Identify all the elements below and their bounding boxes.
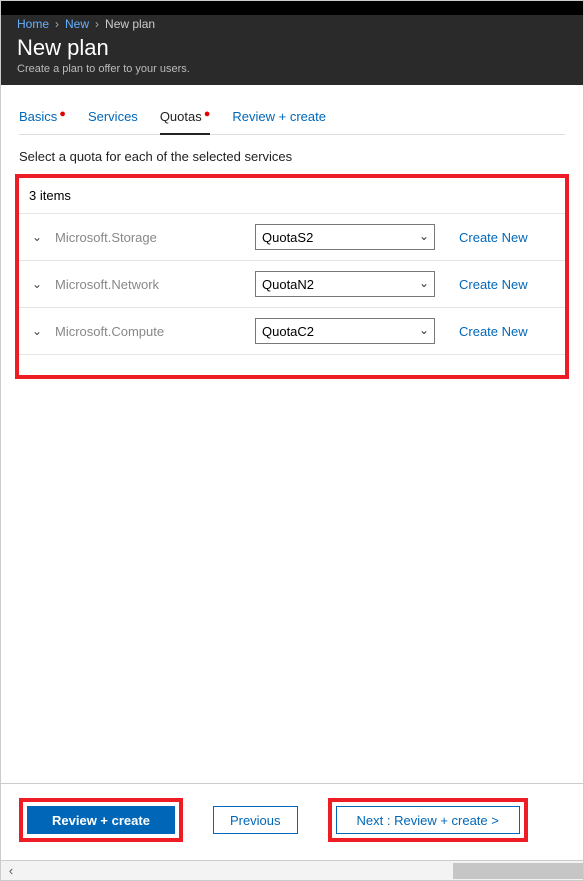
chevron-down-icon[interactable]: ⌄	[29, 230, 45, 244]
create-new-link[interactable]: Create New	[459, 324, 528, 339]
quota-row: ⌄ Microsoft.Compute QuotaC2 ⌄ Create New	[19, 307, 565, 355]
content: Basics● Services Quotas● Review + create…	[1, 85, 583, 783]
highlight-box: Next : Review + create >	[328, 798, 528, 842]
footer: Review + create Previous Next : Review +…	[1, 783, 583, 860]
highlight-box: 3 items ⌄ Microsoft.Storage QuotaS2 ⌄ Cr…	[15, 174, 569, 379]
breadcrumb-new[interactable]: New	[65, 17, 89, 31]
horizontal-scrollbar[interactable]: ‹	[1, 860, 583, 880]
page-subtitle: Create a plan to offer to your users.	[17, 63, 567, 75]
window: Home › New › New plan New plan Create a …	[0, 0, 584, 881]
dot-icon: ●	[59, 108, 66, 120]
quota-select-storage[interactable]: QuotaS2	[255, 224, 435, 250]
tab-review[interactable]: Review + create	[232, 105, 326, 134]
scroll-thumb[interactable]	[453, 863, 583, 879]
service-name: Microsoft.Compute	[55, 324, 245, 339]
create-new-link[interactable]: Create New	[459, 230, 528, 245]
breadcrumb-home[interactable]: Home	[17, 17, 49, 31]
review-create-button[interactable]: Review + create	[27, 806, 175, 834]
chevron-right-icon: ›	[95, 17, 99, 31]
service-name: Microsoft.Storage	[55, 230, 245, 245]
next-button[interactable]: Next : Review + create >	[336, 806, 520, 834]
chevron-down-icon[interactable]: ⌄	[29, 324, 45, 338]
breadcrumb-current: New plan	[105, 17, 155, 31]
tab-quotas[interactable]: Quotas●	[160, 105, 211, 134]
service-name: Microsoft.Network	[55, 277, 245, 292]
previous-button[interactable]: Previous	[213, 806, 298, 834]
item-count: 3 items	[19, 182, 565, 213]
instruction-text: Select a quota for each of the selected …	[19, 149, 565, 164]
tab-services[interactable]: Services	[88, 105, 138, 134]
header: Home › New › New plan New plan Create a …	[1, 15, 583, 85]
quota-row: ⌄ Microsoft.Network QuotaN2 ⌄ Create New	[19, 260, 565, 307]
tab-basics[interactable]: Basics●	[19, 105, 66, 134]
quota-select-network[interactable]: QuotaN2	[255, 271, 435, 297]
dot-icon: ●	[204, 108, 211, 120]
tabs: Basics● Services Quotas● Review + create	[19, 105, 565, 135]
breadcrumb: Home › New › New plan	[17, 15, 567, 31]
highlight-box: Review + create	[19, 798, 183, 842]
chevron-down-icon[interactable]: ⌄	[29, 277, 45, 291]
scroll-left-icon[interactable]: ‹	[1, 863, 21, 878]
page-title: New plan	[17, 35, 567, 61]
create-new-link[interactable]: Create New	[459, 277, 528, 292]
quota-row: ⌄ Microsoft.Storage QuotaS2 ⌄ Create New	[19, 213, 565, 260]
chevron-right-icon: ›	[55, 17, 59, 31]
quota-select-compute[interactable]: QuotaC2	[255, 318, 435, 344]
topbar	[1, 1, 583, 15]
